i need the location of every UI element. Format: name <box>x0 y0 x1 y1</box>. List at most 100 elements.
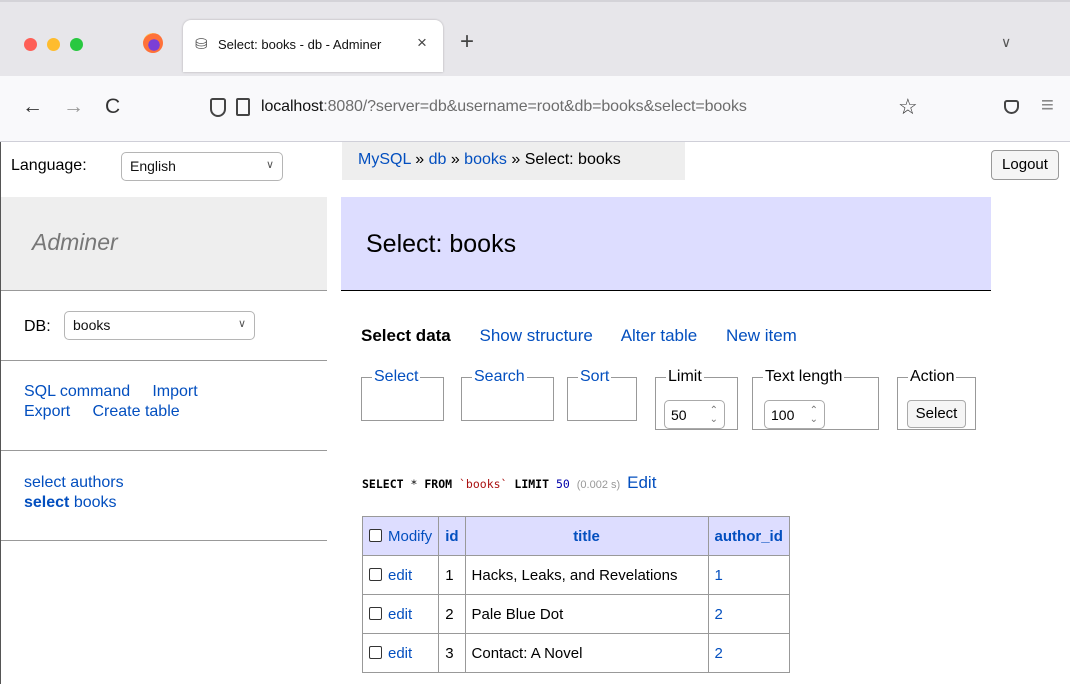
edit-row-link[interactable]: edit <box>388 645 412 662</box>
new-tab-button[interactable]: + <box>460 30 474 54</box>
firefox-icon <box>143 33 163 53</box>
sql-command-link[interactable]: SQL command <box>24 383 130 400</box>
breadcrumb-separator: » <box>415 151 425 168</box>
edit-row-link[interactable]: edit <box>388 606 412 623</box>
edit-query-link[interactable]: Edit <box>627 473 656 492</box>
select-books-link[interactable]: select <box>24 494 69 511</box>
title-cell: Pale Blue Dot <box>464 594 709 634</box>
breadcrumb-mysql[interactable]: MySQL <box>358 151 411 168</box>
text-length-legend: Text length <box>765 368 843 385</box>
sql-query-line: SELECT * FROM `books` LIMIT 50 (0.002 s)… <box>362 473 656 493</box>
tab-close-icon[interactable]: × <box>417 33 427 53</box>
breadcrumb-table[interactable]: books <box>464 151 507 168</box>
author-id-cell[interactable]: 2 <box>707 633 790 673</box>
adminer-logo[interactable]: Adminer <box>32 229 118 256</box>
url-path: :8080/?server=db&username=root&db=books&… <box>323 98 747 115</box>
sidebar-divider <box>1 360 327 361</box>
language-select[interactable]: English ∨ <box>121 152 283 181</box>
query-time: (0.002 s) <box>576 479 621 491</box>
table-list: select authors select books <box>24 473 124 513</box>
table-list-item: select authors <box>24 473 124 493</box>
sql-keyword: SELECT <box>362 477 404 491</box>
breadcrumb: MySQL » db » books » Select: books <box>342 142 685 180</box>
id-cell: 3 <box>438 633 466 673</box>
browser-tab-bar: ⛁ Select: books - db - Adminer × + ∨ <box>0 0 1070 76</box>
chevron-down-icon: ∨ <box>265 159 274 171</box>
select-all-checkbox[interactable] <box>369 528 382 542</box>
row-checkbox[interactable] <box>369 567 382 581</box>
modify-header: Modify <box>361 516 440 556</box>
create-table-link[interactable]: Create table <box>92 403 179 420</box>
row-actions: edit <box>361 555 440 595</box>
spinner-arrows-icon[interactable]: ⌃ ⌄ <box>710 406 718 425</box>
page-title: Select: books <box>366 230 517 258</box>
breadcrumb-db[interactable]: db <box>429 151 447 168</box>
author-id-cell[interactable]: 1 <box>707 555 790 595</box>
sidebar-divider <box>1 450 327 451</box>
sql-star: * <box>410 477 418 491</box>
spinner-arrows-icon[interactable]: ⌃ ⌄ <box>810 406 818 425</box>
select-fieldset: Select <box>361 369 444 421</box>
select-submit-button[interactable]: Select <box>907 400 966 428</box>
db-select[interactable]: books ∨ <box>64 311 255 340</box>
export-link[interactable]: Export <box>24 403 70 420</box>
reload-icon[interactable]: C <box>105 96 120 118</box>
limit-input[interactable]: 50 ⌃ ⌄ <box>664 400 725 429</box>
url-bar[interactable]: localhost:8080/?server=db&username=root&… <box>261 98 747 116</box>
tab-alter-table[interactable]: Alter table <box>621 326 698 345</box>
minimize-window-button[interactable] <box>47 38 60 51</box>
zoom-window-button[interactable] <box>70 38 83 51</box>
adminer-page: Language: English ∨ MySQL » db » books »… <box>0 142 1070 684</box>
search-fieldset-toggle[interactable]: Search <box>472 369 527 385</box>
browser-tab[interactable]: ⛁ Select: books - db - Adminer × <box>183 20 443 72</box>
limit-fieldset: Limit 50 ⌃ ⌄ <box>655 369 738 430</box>
select-fieldset-toggle[interactable]: Select <box>372 369 420 385</box>
table-row: edit 3 Contact: A Novel 2 <box>361 633 790 673</box>
row-checkbox[interactable] <box>369 645 382 659</box>
heading-area: Select: books <box>341 197 991 291</box>
back-arrow-icon[interactable]: ← <box>22 96 43 118</box>
url-host: localhost <box>261 98 324 115</box>
title-cell: Contact: A Novel <box>464 633 709 673</box>
title-cell: Hacks, Leaks, and Revelations <box>464 555 709 595</box>
sidebar-divider <box>1 540 327 541</box>
sql-limit-number: 50 <box>555 477 570 491</box>
hamburger-menu-icon[interactable]: ≡ <box>1041 92 1054 118</box>
author-id-cell[interactable]: 2 <box>707 594 790 634</box>
breadcrumb-separator: » <box>450 151 460 168</box>
author-id-column-header[interactable]: author_id <box>707 516 790 556</box>
page-info-icon[interactable] <box>236 98 250 116</box>
row-checkbox[interactable] <box>369 606 382 620</box>
books-table-link[interactable]: books <box>74 494 117 511</box>
table-row: edit 1 Hacks, Leaks, and Revelations 1 <box>361 555 790 595</box>
tracking-shield-icon[interactable] <box>210 98 226 117</box>
select-authors-link[interactable]: select <box>24 474 66 491</box>
text-length-input[interactable]: 100 ⌃ ⌄ <box>764 400 825 429</box>
title-column-header[interactable]: title <box>464 516 709 556</box>
tab-new-item[interactable]: New item <box>726 326 797 345</box>
row-actions: edit <box>361 633 440 673</box>
id-column-header[interactable]: id <box>438 516 466 556</box>
close-window-button[interactable] <box>24 38 37 51</box>
sort-fieldset-toggle[interactable]: Sort <box>578 369 611 385</box>
pocket-icon[interactable] <box>1004 100 1019 114</box>
sql-keyword: FROM <box>424 477 453 491</box>
import-link[interactable]: Import <box>152 383 197 400</box>
search-fieldset: Search <box>461 369 554 421</box>
chevron-down-icon: ∨ <box>237 318 246 330</box>
text-length-value: 100 <box>771 407 795 423</box>
table-list-item: select books <box>24 493 124 513</box>
language-select-value: English <box>130 158 176 174</box>
forward-arrow-icon[interactable]: → <box>63 96 84 118</box>
adminer-favicon-icon: ⛁ <box>195 36 208 53</box>
modify-label[interactable]: Modify <box>388 528 432 545</box>
sql-table-name: `books` <box>459 477 508 491</box>
breadcrumb-separator: » <box>511 151 521 168</box>
bookmark-star-icon[interactable]: ☆ <box>898 94 918 120</box>
logout-button[interactable]: Logout <box>991 150 1059 180</box>
tab-show-structure[interactable]: Show structure <box>480 326 593 345</box>
tab-list-chevron-icon[interactable]: ∨ <box>1001 34 1011 51</box>
db-label: DB: <box>24 318 51 335</box>
edit-row-link[interactable]: edit <box>388 567 412 584</box>
authors-table-link[interactable]: authors <box>70 474 123 491</box>
